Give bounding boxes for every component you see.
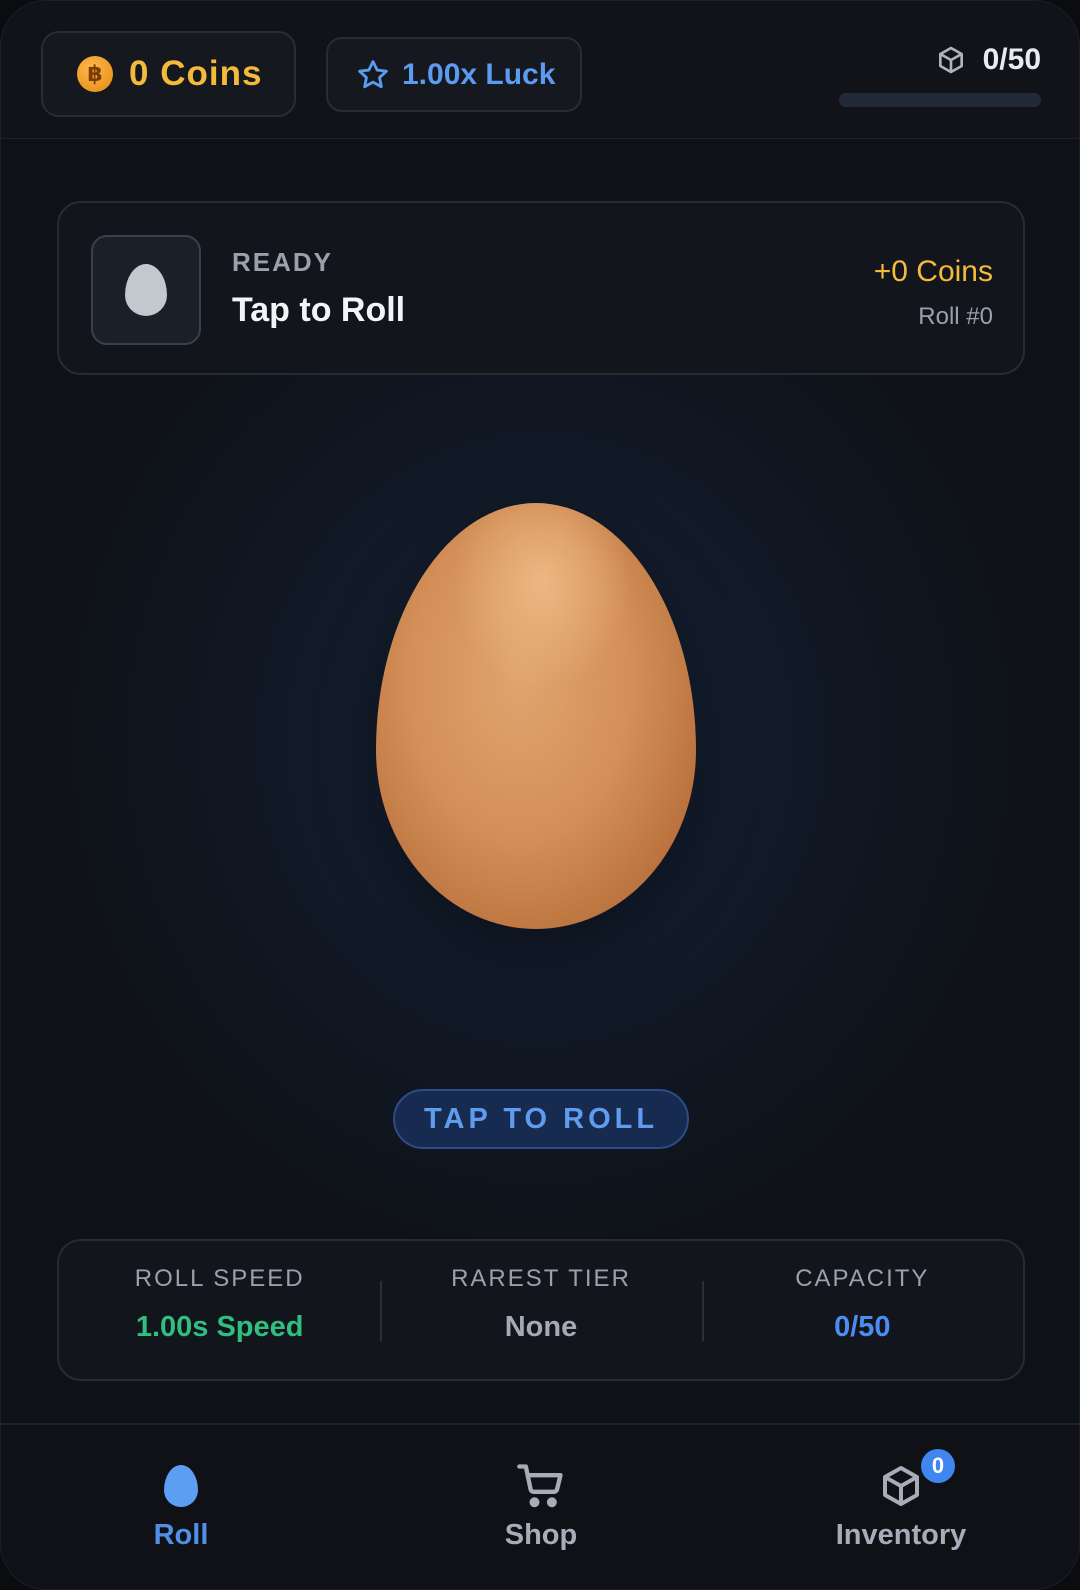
status-card: READY Tap to Roll +0 Coins Roll #0: [57, 201, 1025, 375]
inventory-count-badge: 0: [921, 1449, 955, 1483]
coins-label: 0 Coins: [129, 54, 263, 93]
tap-to-roll-button[interactable]: TAP TO ROLL: [393, 1089, 689, 1149]
stat-label: ROLL SPEED: [134, 1265, 305, 1292]
stat-capacity: CAPACITY 0/50: [701, 1241, 1023, 1379]
luck-label: 1.00x Luck: [402, 57, 556, 91]
luck-display: 1.00x Luck: [326, 37, 582, 112]
egg-roll-target[interactable]: [376, 503, 696, 929]
capacity-label: 0/50: [982, 43, 1041, 76]
status-state: READY: [232, 247, 334, 277]
coins-display: ฿ 0 Coins: [41, 31, 296, 117]
nav-inventory[interactable]: 0 Inventory: [721, 1425, 1079, 1589]
capacity-indicator: 0/50: [839, 43, 1041, 109]
bottom-nav: Roll Shop 0 Inventory: [1, 1423, 1079, 1589]
status-reward: +0 Coins: [873, 255, 993, 288]
stat-label: CAPACITY: [795, 1265, 930, 1292]
box-icon: [938, 46, 963, 74]
nav-shop[interactable]: Shop: [361, 1425, 721, 1589]
top-bar: ฿ 0 Coins 1.00x Luck 0/50: [1, 1, 1079, 139]
egg-icon: [125, 264, 167, 316]
nav-roll-label: Roll: [153, 1519, 209, 1551]
result-thumbnail: [91, 235, 201, 345]
capacity-progress-bar: [839, 93, 1041, 107]
star-icon: [358, 59, 388, 88]
roll-area: READY Tap to Roll +0 Coins Roll #0 TAP T…: [1, 139, 1079, 1423]
box-icon: 0: [869, 1449, 955, 1511]
stat-value: None: [504, 1311, 578, 1343]
status-title: Tap to Roll: [232, 291, 406, 329]
nav-roll[interactable]: Roll: [1, 1425, 361, 1589]
nav-inventory-label: Inventory: [835, 1519, 967, 1551]
stats-panel: ROLL SPEED 1.00s Speed RAREST TIER None …: [57, 1239, 1025, 1381]
app-window: ฿ 0 Coins 1.00x Luck 0/50 READY Tap to R…: [0, 0, 1080, 1590]
egg-image[interactable]: [376, 503, 696, 929]
egg-icon: [149, 1461, 213, 1511]
cart-icon: [509, 1461, 573, 1511]
stat-label: RAREST TIER: [451, 1265, 631, 1292]
stat-roll-speed: ROLL SPEED 1.00s Speed: [59, 1241, 380, 1379]
nav-shop-label: Shop: [504, 1519, 578, 1551]
coin-icon: ฿: [77, 56, 113, 92]
stat-value: 1.00s Speed: [135, 1311, 304, 1343]
stat-rarest-tier: RAREST TIER None: [380, 1241, 701, 1379]
stat-value: 0/50: [834, 1311, 891, 1343]
roll-counter: Roll #0: [918, 303, 993, 330]
